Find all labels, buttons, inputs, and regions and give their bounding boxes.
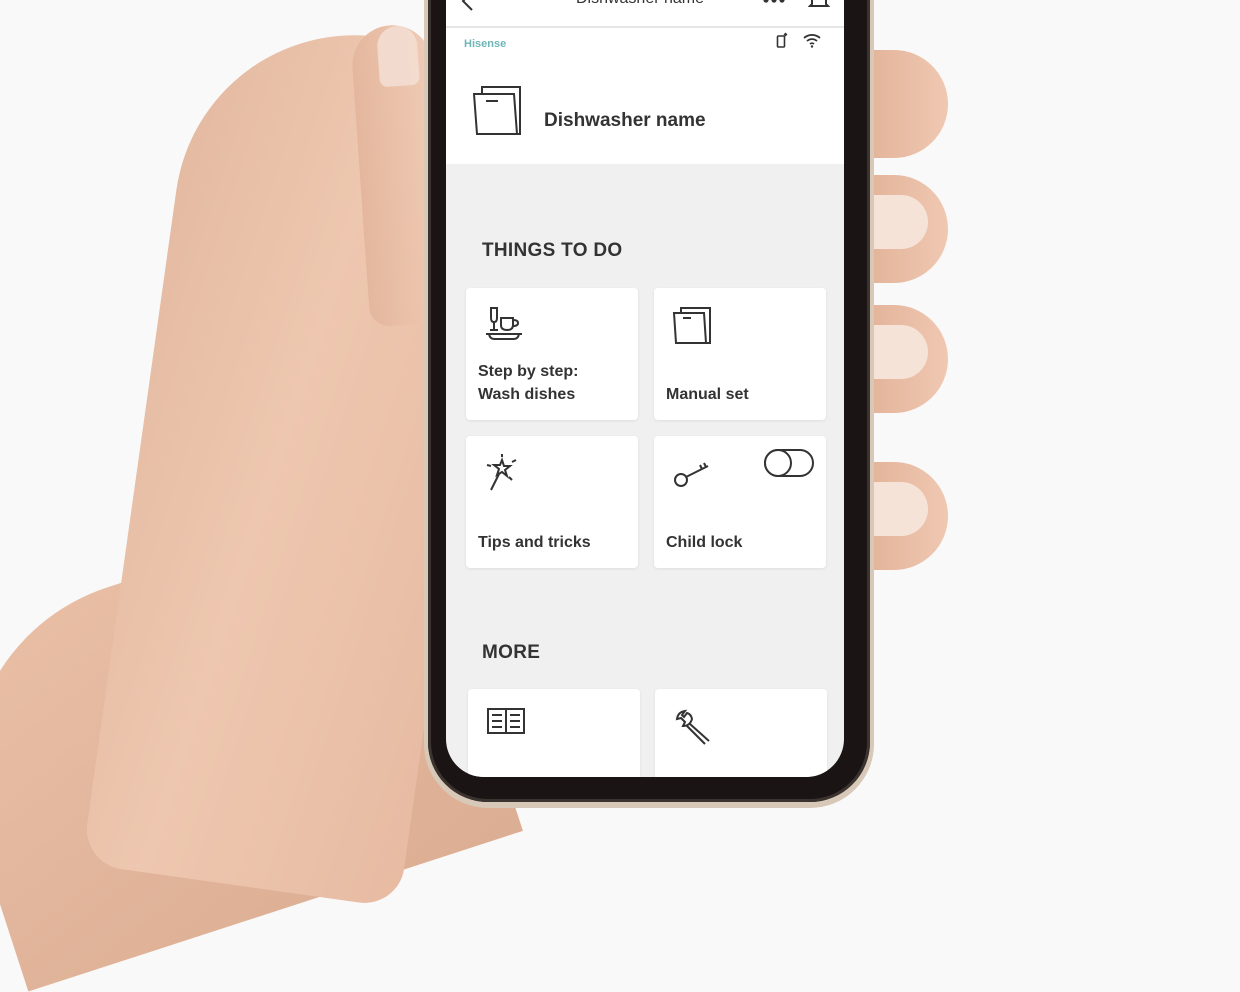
device-name: Dishwasher name bbox=[544, 110, 706, 131]
card-manual-set[interactable]: Manual set bbox=[654, 288, 826, 420]
dishwasher-icon bbox=[672, 306, 712, 351]
wifi-icon bbox=[803, 34, 821, 48]
dishes-icon bbox=[484, 306, 524, 351]
card-wash-dishes[interactable]: Step by step: Wash dishes bbox=[466, 288, 638, 420]
thumb-nail bbox=[375, 24, 421, 88]
bell-icon bbox=[807, 0, 831, 7]
brand-logo: Hisense bbox=[464, 38, 507, 50]
wrench-icon bbox=[673, 707, 713, 752]
dishwasher-icon bbox=[472, 84, 526, 143]
card-label: Child lock bbox=[666, 534, 743, 551]
toggle-knob bbox=[764, 449, 792, 477]
status-icons bbox=[776, 32, 822, 48]
card-service[interactable] bbox=[655, 689, 827, 777]
child-lock-toggle[interactable] bbox=[764, 449, 814, 477]
app-screen: Dishwasher name Hisense Dishwasher name … bbox=[446, 0, 844, 777]
card-user-manual[interactable] bbox=[468, 689, 640, 777]
card-label: Tips and tricks bbox=[478, 534, 591, 551]
card-label: Step by step: Wash dishes bbox=[478, 363, 579, 403]
card-child-lock[interactable]: Child lock bbox=[654, 436, 826, 568]
section-title-more: MORE bbox=[482, 642, 541, 663]
remote-control-icon bbox=[776, 32, 788, 48]
magic-wand-icon bbox=[484, 454, 524, 499]
device-header: Hisense Dishwasher name bbox=[446, 28, 844, 164]
navigation-bar: Dishwasher name bbox=[446, 0, 844, 28]
key-icon bbox=[672, 454, 712, 499]
more-dots-icon bbox=[763, 0, 785, 3]
card-label: Manual set bbox=[666, 386, 749, 403]
notifications-button[interactable] bbox=[807, 0, 831, 15]
manual-book-icon bbox=[486, 707, 526, 742]
section-title-things-to-do: THINGS TO DO bbox=[482, 240, 623, 261]
more-button[interactable] bbox=[762, 0, 786, 9]
card-tips-and-tricks[interactable]: Tips and tricks bbox=[466, 436, 638, 568]
